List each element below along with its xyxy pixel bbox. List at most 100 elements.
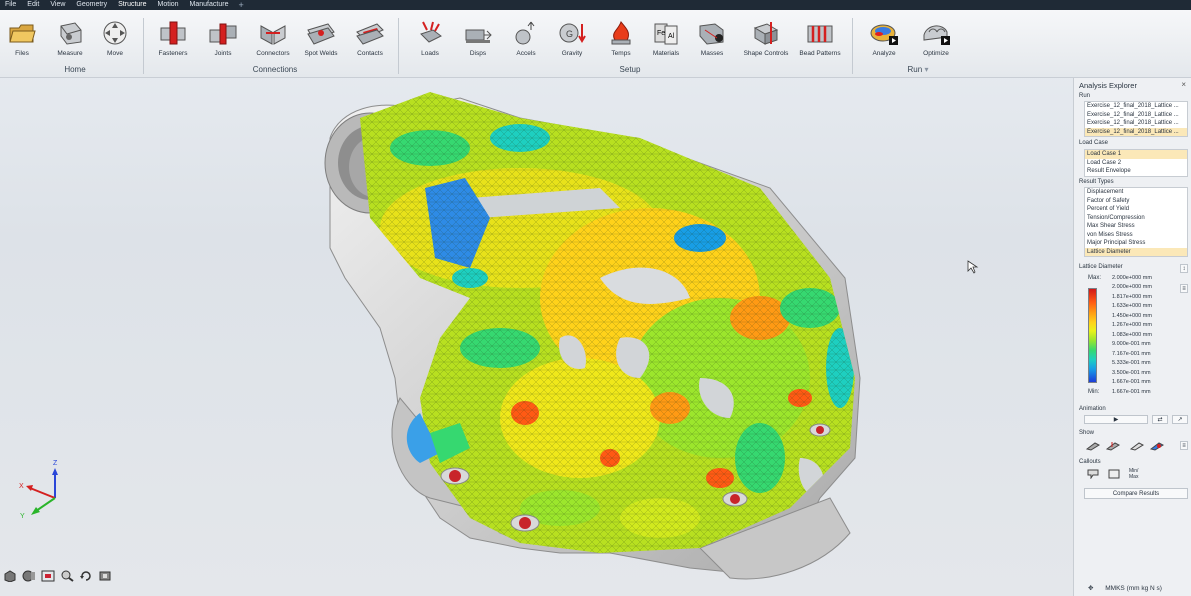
units-label[interactable]: MMKS (mm kg N s) [1105,585,1162,592]
menu-icon[interactable]: ≡ [1180,284,1188,293]
result-type-item[interactable]: Displacement [1085,188,1187,197]
load-case-item-selected[interactable]: Load Case 1 [1085,150,1187,159]
result-type-item-selected[interactable]: Lattice Diameter [1085,247,1187,256]
measure-button[interactable]: Measure [45,20,95,57]
loads-button[interactable]: Loads [405,20,455,57]
optimize-button[interactable]: Optimize [911,20,961,57]
play-button[interactable]: ▶ [1084,415,1148,424]
chevron-down-icon[interactable]: ▾ [924,65,928,74]
load-case-item[interactable]: Result Envelope [1085,167,1187,176]
show-label: Show [1079,430,1095,436]
legend-options-icon[interactable]: ↕ [1180,264,1188,273]
displacement-icon [465,29,492,43]
gravity-label: Gravity [561,50,583,57]
run-item[interactable]: Exercise_12_final_2018_Lattice ... [1085,102,1187,111]
view-cube-icon[interactable] [3,570,17,582]
plus-icon[interactable]: + [238,0,243,10]
move-icon [103,21,127,45]
svg-text:Al: Al [668,33,675,40]
menu-structure[interactable]: Structure [117,0,148,11]
run-group-label: Run [907,65,923,74]
close-icon[interactable]: × [1181,80,1186,89]
files-button[interactable]: Files [0,20,47,57]
fit-view-icon[interactable] [98,570,112,582]
animation-label: Animation [1079,406,1106,412]
loads-label: Loads [421,50,439,57]
run-label: Run [1079,93,1091,99]
model-viewport[interactable]: Z X Y [0,78,1070,596]
move-button[interactable]: Move [90,20,140,57]
gravity-button[interactable]: G Gravity [547,20,597,57]
section-icon[interactable] [22,570,36,582]
shape-controls-button[interactable]: Shape Controls [741,20,791,57]
load-case-list: Load Case 1 Load Case 2 Result Envelope [1084,149,1188,177]
show-loads-icon[interactable] [1106,441,1120,451]
menu-view[interactable]: View [49,0,66,10]
panel-title: Analysis Explorer [1079,81,1137,90]
run-list: Exercise_12_final_2018_Lattice ... Exerc… [1084,101,1188,137]
menu-edit[interactable]: Edit [26,0,40,10]
contacts-button[interactable]: Contacts [345,20,395,57]
result-types-label: Result Types [1079,179,1114,185]
load-case-item[interactable]: Load Case 2 [1085,159,1187,168]
triad-z-label: Z [53,460,58,467]
axis-triad [26,468,58,515]
result-type-item[interactable]: Tension/Compression [1085,214,1187,223]
analyze-button[interactable]: Analyze [859,20,909,57]
accels-button[interactable]: Accels [501,20,551,57]
legend-max-value: 2.000e+000 mm [1112,275,1152,281]
connectors-button[interactable]: Connectors [248,20,298,57]
run-item[interactable]: Exercise_12_final_2018_Lattice ... [1085,119,1187,128]
legend-value: 2.000e+000 mm [1112,284,1152,290]
callout-probe-icon[interactable] [1086,469,1100,479]
box-zoom-icon[interactable] [41,570,55,582]
spot-welds-button[interactable]: Spot Welds [296,20,346,57]
legend-min-value: 1.667e-001 mm [1112,389,1151,395]
menu-geometry[interactable]: Geometry [75,0,108,10]
run-item[interactable]: Exercise_12_final_2018_Lattice ... [1085,111,1187,120]
rotate-icon[interactable] [79,570,93,582]
callout-table-icon[interactable] [1107,469,1121,479]
bead-pattern-icon [807,25,833,43]
menu-motion[interactable]: Motion [157,0,180,10]
show-undeformed-icon[interactable] [1130,441,1144,451]
lattice-part-model[interactable] [0,78,1070,596]
run-item-selected[interactable]: Exercise_12_final_2018_Lattice ... [1085,127,1187,136]
result-type-item[interactable]: Percent of Yield [1085,205,1187,214]
materials-button[interactable]: Fe Al Materials [641,20,691,57]
legend-value: 9.000e-001 mm [1112,341,1151,347]
zoom-icon[interactable] [60,570,74,582]
fasteners-button[interactable]: Fasteners [148,20,198,57]
result-type-item[interactable]: Major Principal Stress [1085,239,1187,248]
show-deformed-icon[interactable] [1086,441,1100,451]
result-type-item[interactable]: Max Shear Stress [1085,222,1187,231]
legend-title: Lattice Diameter [1079,264,1123,270]
animation-speed-icon[interactable]: ↗ [1172,415,1188,424]
legend-value: 1.450e+000 mm [1112,312,1152,319]
fastener-icon [160,21,186,45]
show-menu-icon[interactable]: ≡ [1180,441,1188,450]
measure-label: Measure [57,50,83,57]
animation-settings-icon[interactable]: ⇄ [1152,415,1168,424]
menu-manufacture[interactable]: Manufacture [189,0,230,10]
masses-button[interactable]: Masses [687,20,737,57]
joints-button[interactable]: Joints [198,20,248,57]
bead-patterns-button[interactable]: Bead Patterns [795,20,845,57]
units-gear-icon[interactable]: ✥ [1088,585,1093,592]
legend-value: 1.083e+000 mm [1112,331,1152,338]
legend-value: 1.817e+000 mm [1112,293,1152,300]
disps-label: Disps [469,50,487,57]
temps-button[interactable]: Temps [596,20,646,57]
run-group: Run ▾ [903,65,933,74]
menu-file[interactable]: File [4,0,17,10]
show-contour-icon[interactable] [1150,441,1164,451]
result-type-item[interactable]: Factor of Safety [1085,197,1187,206]
bead-patterns-label: Bead Patterns [799,50,841,57]
contacts-label: Contacts [357,50,383,57]
result-type-item[interactable]: von Mises Stress [1085,231,1187,240]
compare-results-button[interactable]: Compare Results [1084,488,1188,499]
disps-button[interactable]: Disps [453,20,503,57]
legend-color-bar [1088,288,1097,383]
shape-controls-label: Shape Controls [743,50,789,57]
min-max-callout-button[interactable]: Min/ Max [1129,468,1138,480]
